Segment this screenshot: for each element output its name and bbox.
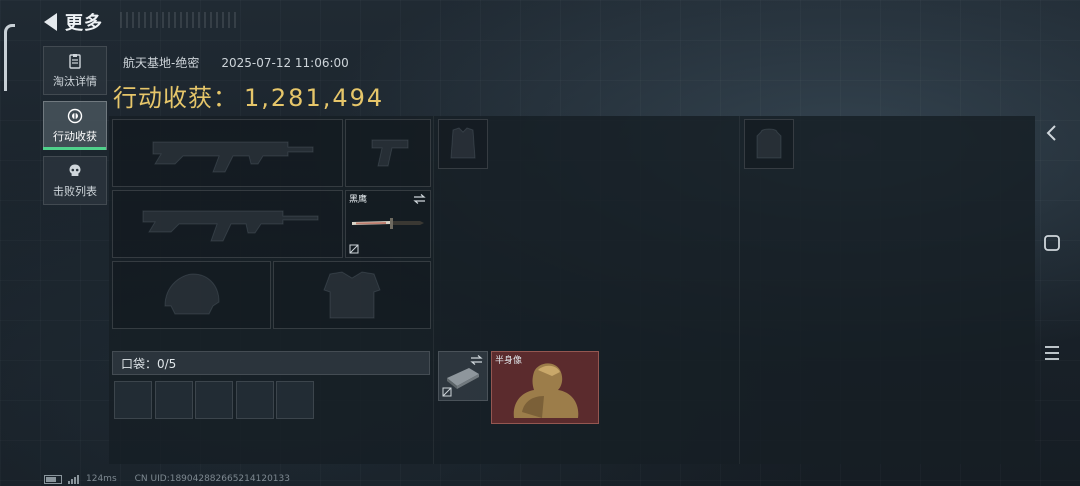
pocket-slot[interactable] xyxy=(195,381,233,419)
edge-bracket xyxy=(4,24,15,91)
tab-label: 行动收获 xyxy=(53,129,97,143)
back-arrow-icon xyxy=(44,13,57,31)
pocket-count: 口袋：0/5 xyxy=(121,356,177,371)
tab-elimination-details[interactable]: 淘汰详情 xyxy=(43,46,107,95)
pocket-bar: 口袋：0/5 xyxy=(112,351,430,375)
tab-defeat-list[interactable]: 击败列表 xyxy=(43,156,107,205)
active-tab-indicator xyxy=(43,147,106,150)
rifle-icon xyxy=(142,210,319,242)
rifle-icon xyxy=(152,141,314,173)
back-button[interactable]: 更多 xyxy=(44,10,124,34)
backpack-slot[interactable] xyxy=(744,119,794,169)
panel-divider xyxy=(739,116,740,464)
relic-item-slot[interactable]: 半身像 xyxy=(491,351,599,424)
chest-rig-icon xyxy=(450,127,476,159)
sidearm-slot[interactable] xyxy=(345,119,431,187)
status-bar: 124ms CN UID:1890428826652141201​33 xyxy=(44,474,290,484)
clipboard-icon xyxy=(69,53,81,69)
secondary-weapon-slot[interactable] xyxy=(112,190,343,258)
panel-divider xyxy=(433,116,434,464)
harvest-coin-icon xyxy=(67,108,83,123)
backpack-icon xyxy=(756,128,782,159)
signal-icon xyxy=(68,474,80,484)
match-info: 航天基地-绝密 2025-07-12 11:06:00 xyxy=(123,54,349,71)
case-item-slot[interactable] xyxy=(438,351,488,401)
match-datetime: 2025-07-12 11:06:00 xyxy=(221,56,349,70)
page-title: 更多 xyxy=(65,13,103,34)
helmet-icon xyxy=(164,273,220,315)
harvest-value: 1,281,494 xyxy=(244,84,385,112)
bust-icon xyxy=(513,363,579,418)
armor-slot[interactable] xyxy=(273,261,431,329)
tab-action-harvest[interactable]: 行动收获 xyxy=(43,101,107,150)
topbar-decoration xyxy=(120,12,240,28)
pocket-slot[interactable] xyxy=(276,381,314,419)
harvest-label: 行动收获： xyxy=(113,84,238,112)
user-uid: CN UID:1890428826652141201​33 xyxy=(134,474,290,484)
harvest-total: 行动收获： 1,281,494 xyxy=(113,78,384,113)
pocket-slot[interactable] xyxy=(114,381,152,419)
armor-icon xyxy=(323,271,381,319)
tab-label: 淘汰详情 xyxy=(53,74,97,88)
menu-icon[interactable] xyxy=(1042,343,1062,363)
tab-label: 击败列表 xyxy=(53,184,97,198)
melee-slot[interactable]: 黑鹰 xyxy=(345,190,431,258)
pocket-slot[interactable] xyxy=(155,381,193,419)
home-square-icon[interactable] xyxy=(1042,233,1062,253)
chevron-left-icon[interactable] xyxy=(1042,123,1062,143)
chest-rig-slot[interactable] xyxy=(438,119,488,169)
map-name: 航天基地-绝密 xyxy=(123,56,200,70)
pistol-icon xyxy=(371,139,409,167)
pocket-slot[interactable] xyxy=(236,381,274,419)
no-insure-icon xyxy=(442,387,452,397)
skull-icon xyxy=(69,164,81,176)
helmet-slot[interactable] xyxy=(112,261,271,329)
primary-weapon-slot[interactable] xyxy=(112,119,343,187)
battery-icon xyxy=(44,474,62,484)
ping-value: 124ms xyxy=(86,474,117,484)
no-insure-icon xyxy=(349,244,359,254)
